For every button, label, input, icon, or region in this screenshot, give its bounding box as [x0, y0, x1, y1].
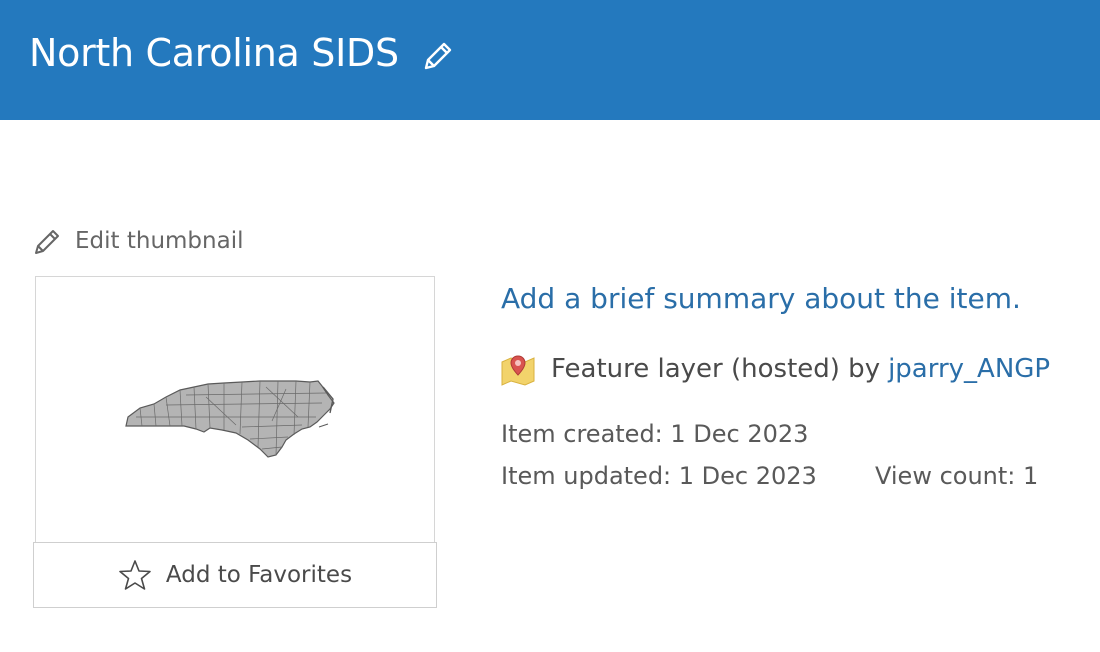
add-to-favorites-button[interactable]: Add to Favorites	[33, 542, 437, 608]
star-outline-icon	[119, 560, 151, 590]
item-type-text: Feature layer (hosted) by	[551, 354, 881, 384]
item-thumbnail	[35, 276, 435, 544]
view-count: View count: 1	[875, 462, 1039, 490]
edit-title-button[interactable]	[420, 38, 456, 74]
add-to-favorites-label: Add to Favorites	[165, 562, 353, 588]
pencil-icon	[424, 42, 452, 70]
page-title: North Carolina SIDS	[29, 31, 399, 75]
item-updated-date: Item updated: 1 Dec 2023	[501, 462, 817, 490]
item-header: North Carolina SIDS	[0, 0, 1100, 120]
north-carolina-map-image	[125, 380, 335, 458]
owner-link[interactable]: jparry_ANGP	[888, 354, 1050, 384]
add-summary-link[interactable]: Add a brief summary about the item.	[501, 280, 1021, 318]
item-created-date: Item created: 1 Dec 2023	[501, 420, 809, 448]
pencil-icon	[35, 230, 59, 254]
item-type-row: Feature layer (hosted) by jparry_ANGP	[499, 350, 1050, 388]
edit-thumbnail-button[interactable]: Edit thumbnail	[31, 224, 243, 258]
edit-thumbnail-label: Edit thumbnail	[75, 228, 244, 254]
feature-layer-map-icon	[501, 355, 535, 386]
